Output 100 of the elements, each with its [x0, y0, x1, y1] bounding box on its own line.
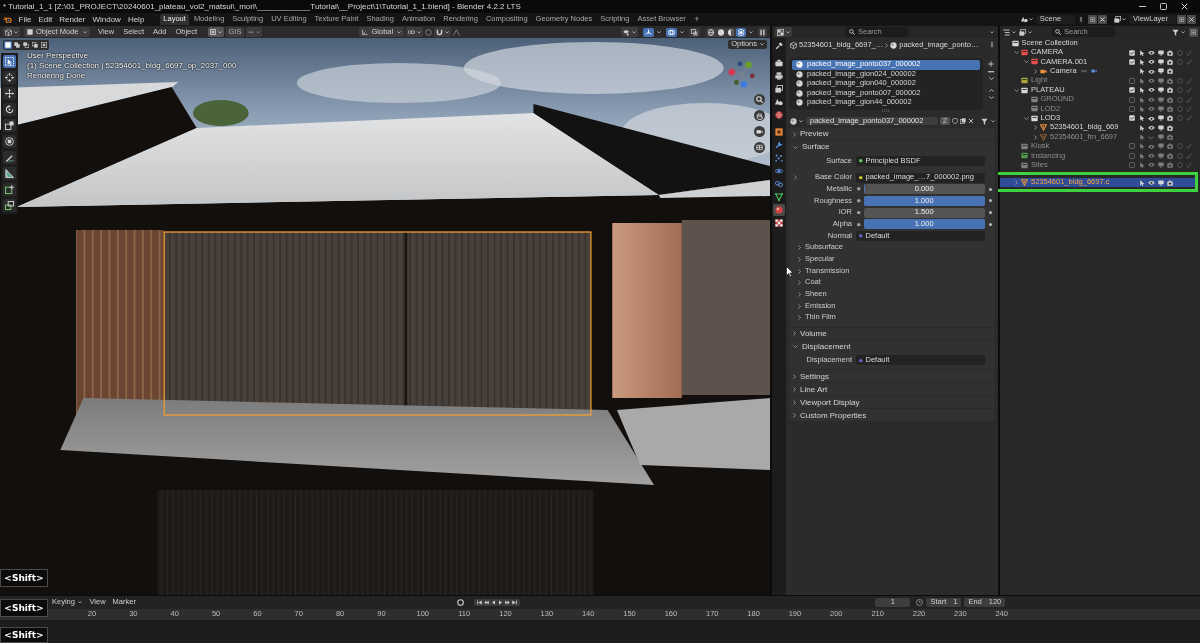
crosshair-icon[interactable]: [3, 71, 16, 84]
panel-header[interactable]: Custom Properties: [789, 409, 995, 422]
checkbox[interactable]: [1129, 58, 1136, 65]
panel-header[interactable]: Volume: [789, 327, 995, 340]
add-workspace-button[interactable]: +: [690, 14, 704, 25]
material-browse-button[interactable]: [789, 117, 804, 125]
panel-header[interactable]: Surface: [789, 141, 995, 153]
monitor-icon[interactable]: [1157, 179, 1164, 186]
eye-icon[interactable]: [1147, 68, 1155, 75]
new-document-icon[interactable]: [1177, 15, 1186, 24]
visibility-dropdown[interactable]: [621, 27, 638, 37]
menu-item[interactable]: Render: [55, 14, 89, 25]
camera-icon[interactable]: [1167, 49, 1174, 56]
display-mode-button[interactable]: [1019, 28, 1032, 36]
keyframe-dot-icon[interactable]: [989, 187, 992, 191]
caret-icon[interactable]: [657, 30, 661, 34]
zoom-icon[interactable]: [754, 94, 765, 105]
subtract-squares-icon[interactable]: [22, 41, 30, 49]
caret-icon[interactable]: [1122, 18, 1127, 21]
previous-key-icon[interactable]: [484, 600, 490, 605]
dropdown-button[interactable]: [207, 27, 224, 37]
triangle-icon[interactable]: [773, 191, 785, 203]
menu-item[interactable]: Edit: [34, 14, 56, 25]
monitor-icon[interactable]: [1157, 58, 1164, 65]
checkbox[interactable]: [1129, 152, 1136, 159]
invert-squares-icon[interactable]: [31, 41, 39, 49]
resize-grip-icon[interactable]: [882, 108, 890, 112]
caret-icon[interactable]: [749, 30, 753, 34]
monitor-icon[interactable]: [1157, 115, 1164, 122]
caret-icon[interactable]: [1028, 18, 1033, 21]
menu-item[interactable]: Window: [88, 14, 125, 25]
arrow-up-icon[interactable]: [988, 88, 994, 92]
next-key-icon[interactable]: [505, 600, 511, 605]
gizmo-icon[interactable]: [643, 27, 654, 37]
extrude-icon[interactable]: [3, 199, 16, 212]
minimize-icon[interactable]: [1139, 5, 1146, 8]
overlapping-squares-icon[interactable]: [13, 41, 21, 49]
squiggle-icon[interactable]: [1080, 68, 1087, 75]
checkbox[interactable]: [1129, 115, 1136, 122]
monitor-icon[interactable]: [1157, 68, 1164, 75]
camera-icon[interactable]: [1167, 87, 1174, 94]
keyframe-dot-icon[interactable]: [989, 211, 992, 215]
plus-icon[interactable]: [988, 61, 994, 67]
checkbox[interactable]: [1129, 77, 1136, 84]
chevron-icon[interactable]: [1014, 51, 1019, 55]
chevron-icon[interactable]: [794, 175, 797, 181]
chevron-icon[interactable]: [1034, 125, 1037, 131]
checkbox[interactable]: [1129, 87, 1136, 94]
close-icon[interactable]: [968, 118, 974, 124]
close-icon[interactable]: [1181, 3, 1188, 10]
monitor-icon[interactable]: [1157, 87, 1164, 94]
sphere-icon[interactable]: [773, 204, 785, 216]
eye-icon[interactable]: [1147, 124, 1155, 131]
caret-icon[interactable]: [990, 30, 994, 34]
checkbox[interactable]: [1129, 96, 1136, 103]
select-box-icon[interactable]: [3, 55, 16, 68]
ring-sphere-icon[interactable]: [736, 27, 746, 37]
caret-icon[interactable]: [988, 76, 994, 80]
app-logo-icon[interactable]: [3, 15, 12, 24]
overlay-circles-icon[interactable]: [666, 27, 677, 37]
checker-icon[interactable]: [773, 217, 785, 229]
duplicate-icon[interactable]: [960, 118, 966, 124]
record-icon[interactable]: [457, 599, 465, 606]
camera-icon[interactable]: [1167, 58, 1174, 65]
camera-icon[interactable]: [1167, 115, 1174, 122]
chain-icon[interactable]: [773, 178, 785, 190]
maximize-icon[interactable]: [1160, 3, 1167, 10]
hand-icon[interactable]: [754, 110, 765, 121]
screwdriver-icon[interactable]: [773, 40, 785, 52]
pause-icon[interactable]: [758, 27, 767, 37]
scale-icon[interactable]: [3, 119, 16, 132]
grid-icon[interactable]: [754, 142, 765, 153]
menu-item[interactable]: File: [15, 14, 35, 25]
new-document-icon[interactable]: [1088, 15, 1098, 24]
eye-icon[interactable]: [1147, 179, 1155, 186]
filled-square-icon[interactable]: [4, 41, 12, 49]
video-camera-icon[interactable]: [1090, 68, 1097, 75]
eye-icon[interactable]: [1147, 115, 1155, 122]
caret-icon[interactable]: [991, 119, 995, 123]
panel-header[interactable]: Line Art: [789, 383, 995, 396]
clock-icon[interactable]: [916, 599, 924, 606]
keyframe-dot-icon[interactable]: [989, 199, 992, 203]
panel-header[interactable]: Preview: [789, 128, 995, 140]
checkbox[interactable]: [1129, 143, 1136, 150]
half-sphere-icon[interactable]: [726, 27, 736, 37]
square-in-square-icon[interactable]: [40, 41, 48, 49]
play-reverse-icon[interactable]: [491, 600, 497, 605]
transform-icon[interactable]: [3, 135, 16, 148]
panel-header[interactable]: Settings: [789, 370, 995, 383]
close-icon[interactable]: [1187, 15, 1196, 24]
arrow-down-icon[interactable]: [988, 95, 994, 99]
shield-icon[interactable]: [952, 118, 958, 124]
circle-icon[interactable]: [425, 28, 433, 36]
close-icon[interactable]: [1098, 15, 1108, 24]
panel-header[interactable]: Viewport Display: [789, 396, 995, 409]
editor-type-button[interactable]: [1003, 28, 1016, 36]
funnel-icon[interactable]: [981, 117, 988, 125]
pencil-icon[interactable]: [3, 151, 16, 164]
menu-item[interactable]: Help: [124, 14, 148, 25]
jump-start-icon[interactable]: [477, 600, 483, 605]
